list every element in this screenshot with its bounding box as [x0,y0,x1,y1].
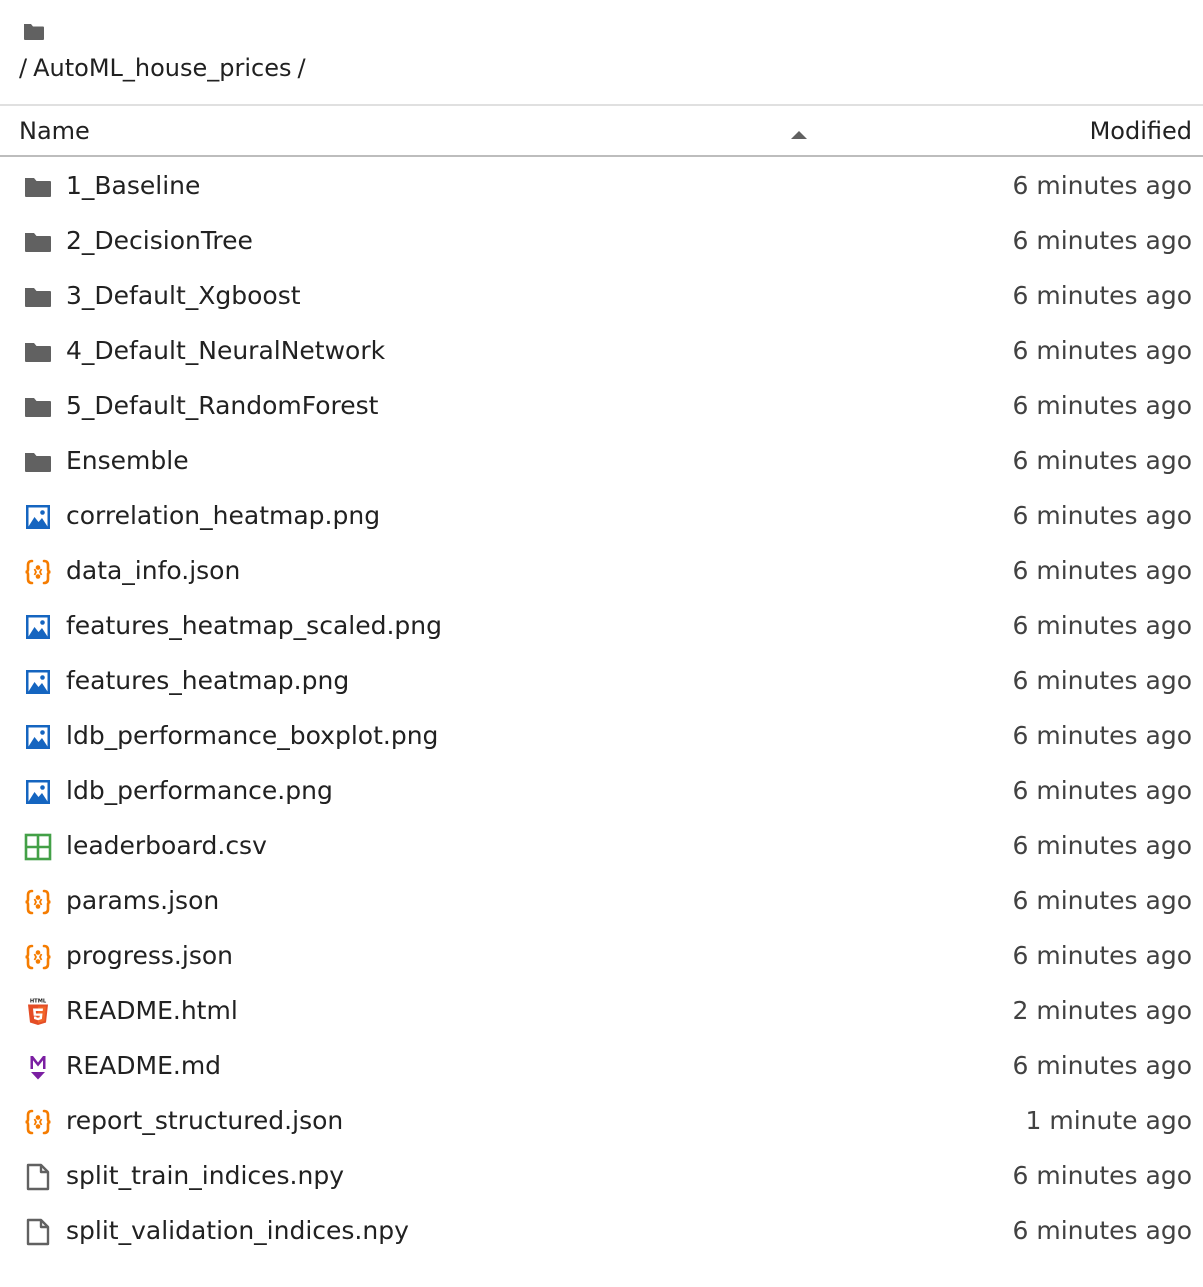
file-modified: 6 minutes ago [1012,776,1192,805]
file-modified: 6 minutes ago [1012,831,1192,860]
breadcrumb: / AutoML_house_prices / [17,50,308,86]
file-modified: 6 minutes ago [1012,281,1192,310]
file-modified: 6 minutes ago [1012,1216,1192,1245]
breadcrumb-current-folder[interactable]: AutoML_house_prices [29,54,295,82]
file-name: split_validation_indices.npy [66,1216,409,1245]
file-row[interactable]: progress.json 6 minutes ago [0,929,1203,984]
file-row[interactable]: Ensemble 6 minutes ago [0,434,1203,489]
file-row[interactable]: split_validation_indices.npy 6 minutes ag… [0,1204,1203,1259]
file-row[interactable]: features_heatmap_scaled.png 6 minutes ago [0,599,1203,654]
file-modified: 1 minute ago [1025,1106,1192,1135]
file-modified: 6 minutes ago [1012,171,1192,200]
file-name: features_heatmap_scaled.png [66,611,442,640]
html5-file-icon: HTML [23,997,53,1027]
file-list: 1_Baseline 6 minutes ago 2_DecisionTree 6 m… [0,159,1203,1259]
file-row[interactable]: split_train_indices.npy 6 minutes ago [0,1149,1203,1204]
file-row[interactable]: 3_Default_Xgboost 6 minutes ago [0,269,1203,324]
file-name: data_info.json [66,556,241,585]
file-modified: 6 minutes ago [1012,446,1192,475]
file-row[interactable]: 4_Default_NeuralNetwork 6 minutes ago [0,324,1203,379]
file-modified: 6 minutes ago [1012,886,1192,915]
file-modified: 6 minutes ago [1012,611,1192,640]
file-modified: 6 minutes ago [1012,721,1192,750]
modified-column-header[interactable]: Modified [1090,106,1192,155]
file-name: ldb_performance_boxplot.png [66,721,439,750]
file-row[interactable]: params.json 6 minutes ago [0,874,1203,929]
image-file-icon [23,502,53,532]
folder-icon [23,227,53,257]
file-row[interactable]: README.md 6 minutes ago [0,1039,1203,1094]
file-name: README.md [66,1051,222,1080]
file-row[interactable]: features_heatmap.png 6 minutes ago [0,654,1203,709]
file-modified: 6 minutes ago [1012,501,1192,530]
folder-icon [23,447,53,477]
file-name: split_train_indices.npy [66,1161,344,1190]
name-column-header[interactable]: Name [0,106,820,155]
file-name: Ensemble [66,446,189,475]
file-modified: 6 minutes ago [1012,226,1192,255]
file-modified: 6 minutes ago [1012,941,1192,970]
folder-icon [23,282,53,312]
file-row[interactable]: 2_DecisionTree 6 minutes ago [0,214,1203,269]
file-name: report_structured.json [66,1106,344,1135]
file-name: progress.json [66,941,233,970]
modified-column-label: Modified [1089,117,1192,145]
image-file-icon [23,722,53,752]
breadcrumb-separator: / [19,54,28,82]
spreadsheet-file-icon [23,832,53,862]
breadcrumb-separator: / [297,54,306,82]
image-file-icon [23,667,53,697]
file-row[interactable]: data_info.json 6 minutes ago [0,544,1203,599]
file-row[interactable]: report_structured.json 1 minute ago [0,1094,1203,1149]
file-modified: 2 minutes ago [1012,996,1192,1025]
file-name: 3_Default_Xgboost [66,281,301,310]
file-row[interactable]: 1_Baseline 6 minutes ago [0,159,1203,214]
breadcrumb-bar: / AutoML_house_prices / [0,0,1203,104]
json-file-icon [23,942,53,972]
file-row[interactable]: 5_Default_RandomForest 6 minutes ago [0,379,1203,434]
folder-icon[interactable] [22,22,46,42]
folder-icon [23,172,53,202]
file-modified: 6 minutes ago [1012,666,1192,695]
file-modified: 6 minutes ago [1012,1051,1192,1080]
file-modified: 6 minutes ago [1012,556,1192,585]
file-name: 1_Baseline [66,171,201,200]
file-list-header: Name Modified [0,104,1203,157]
file-name: README.html [66,996,238,1025]
file-row[interactable]: ldb_performance_boxplot.png 6 minutes ago [0,709,1203,764]
file-modified: 6 minutes ago [1012,1161,1192,1190]
file-name: 2_DecisionTree [66,226,253,255]
file-modified: 6 minutes ago [1012,391,1192,420]
file-name: 4_Default_NeuralNetwork [66,336,386,365]
file-row[interactable]: correlation_heatmap.png 6 minutes ago [0,489,1203,544]
json-file-icon [23,1107,53,1137]
file-name: ldb_performance.png [66,776,333,805]
file-modified: 6 minutes ago [1012,336,1192,365]
folder-icon [23,392,53,422]
folder-icon [23,337,53,367]
generic-file-icon [23,1162,53,1192]
file-name: 5_Default_RandomForest [66,391,379,420]
file-name: params.json [66,886,220,915]
file-row[interactable]: ldb_performance.png 6 minutes ago [0,764,1203,819]
svg-text:HTML: HTML [30,999,47,1005]
json-file-icon [23,887,53,917]
file-row[interactable]: leaderboard.csv 6 minutes ago [0,819,1203,874]
generic-file-icon [23,1217,53,1247]
file-name: leaderboard.csv [66,831,267,860]
image-file-icon [23,612,53,642]
markdown-file-icon [23,1052,53,1082]
json-file-icon [23,557,53,587]
sort-ascending-icon [790,125,808,139]
name-column-label: Name [19,117,90,145]
image-file-icon [23,777,53,807]
file-row[interactable]: HTML README.html 2 minutes ago [0,984,1203,1039]
file-name: features_heatmap.png [66,666,350,695]
file-name: correlation_heatmap.png [66,501,381,530]
